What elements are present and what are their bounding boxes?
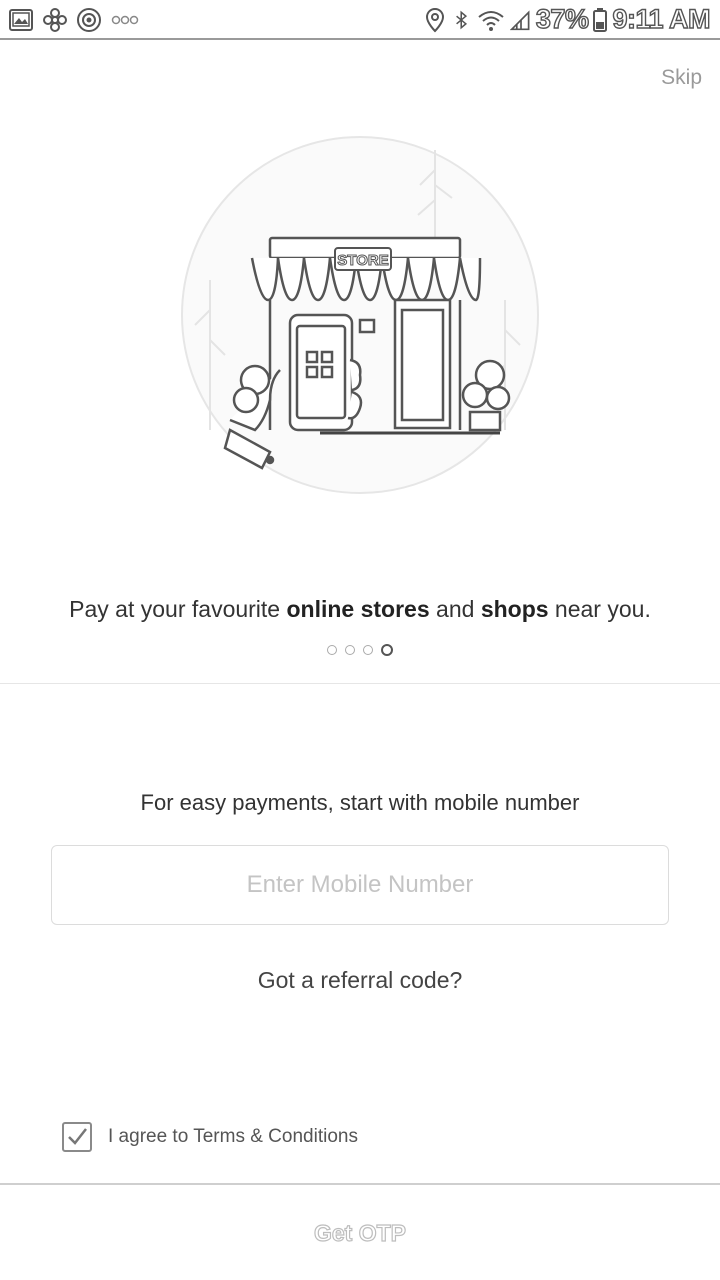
bluetooth-icon [456, 10, 467, 29]
onboarding-caption: Pay at your favourite online stores and … [0, 596, 720, 623]
page-indicator [0, 644, 720, 656]
get-otp-button[interactable]: Get OTP [0, 1186, 720, 1280]
status-bar-notifications [8, 7, 140, 33]
target-icon [77, 8, 101, 32]
status-bar-system: 37% 9:11 AM [422, 3, 711, 35]
checkmark-icon [68, 1128, 87, 1145]
page-indicator-dot[interactable] [327, 645, 337, 655]
store-sign-text: STORE [337, 252, 388, 269]
page-indicator-dot-active[interactable] [381, 644, 393, 656]
terms-link[interactable]: Terms & Conditions [193, 1126, 358, 1147]
caption-text: near you. [548, 596, 651, 622]
wifi-icon [478, 10, 504, 31]
pinwheel-icon [43, 8, 67, 32]
caption-highlight-shops: shops [480, 596, 549, 622]
phone-with-qr [288, 313, 354, 432]
caption-text: and [429, 596, 481, 622]
bottom-divider [0, 1183, 720, 1185]
battery-percent: 37% [535, 3, 589, 34]
terms-text: I agree to Terms & Conditions [108, 1126, 358, 1148]
image-icon [9, 9, 33, 31]
caption-highlight-online-stores: online stores [286, 596, 430, 622]
location-icon [425, 7, 444, 32]
terms-checkbox[interactable] [62, 1122, 92, 1152]
status-bar: 37% 9:11 AM [0, 0, 720, 40]
battery-icon [593, 7, 608, 32]
store-illustration: STORE [181, 136, 539, 494]
more-dots-icon [111, 15, 139, 25]
signal-icon [509, 9, 530, 30]
terms-prefix: I agree to [108, 1126, 194, 1147]
referral-code-link[interactable]: Got a referral code? [0, 967, 720, 994]
caption-text: Pay at your favourite [69, 596, 287, 622]
section-divider [0, 683, 720, 684]
status-time: 9:11 AM [612, 3, 711, 34]
get-otp-label: Get OTP [313, 1219, 406, 1246]
terms-agreement-row: I agree to Terms & Conditions [62, 1122, 358, 1152]
mobile-prompt: For easy payments, start with mobile num… [140, 790, 580, 815]
skip-button[interactable]: Skip [661, 66, 702, 90]
page-indicator-dot[interactable] [363, 645, 373, 655]
page-indicator-dot[interactable] [345, 645, 355, 655]
mobile-number-input[interactable] [51, 845, 669, 925]
